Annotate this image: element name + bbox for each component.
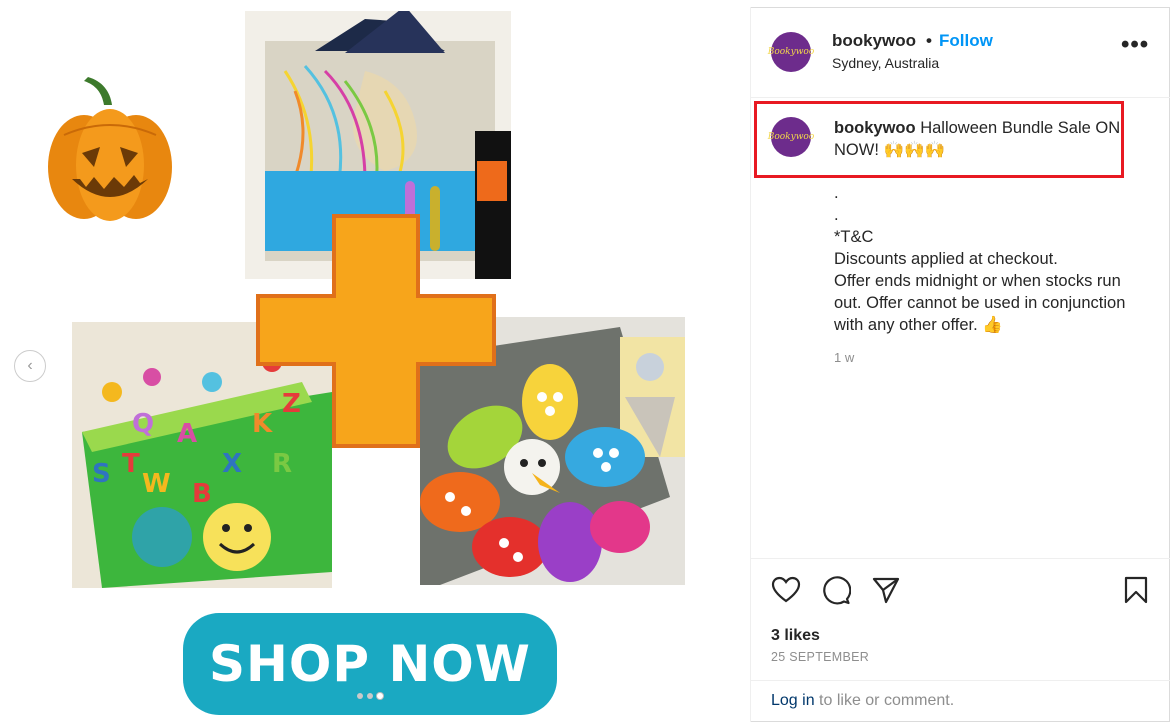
letter-b: B	[192, 479, 212, 509]
caption-line: Offer ends midnight or when stocks run o…	[834, 272, 1126, 334]
more-options-icon[interactable]: •••	[1121, 33, 1149, 57]
avatar[interactable]: Bookywoo	[768, 32, 814, 72]
letter-s: S	[92, 459, 111, 489]
login-link[interactable]: Log in	[771, 692, 815, 709]
previous-slide-button[interactable]: ‹	[14, 350, 46, 382]
comment-icon[interactable]	[821, 575, 851, 605]
plus-sign-image	[256, 214, 496, 448]
caption-text: bookywoo Halloween Bundle Sale ON NOW! 🙌…	[834, 117, 1124, 161]
likes-count[interactable]: 3 likes	[771, 627, 820, 645]
caption-line: .	[834, 206, 839, 224]
post-date: 25 SEPTEMBER	[771, 650, 870, 664]
carousel-dot-active	[377, 693, 383, 699]
avatar-logo-text: Bookywoo	[767, 132, 815, 142]
shop-now-banner: SHOP NOW	[183, 613, 557, 715]
letter-x: X	[222, 449, 242, 479]
login-prompt-text: to like or comment.	[814, 692, 955, 709]
caption-line: *T&C	[834, 228, 874, 246]
letter-w: W	[142, 469, 171, 499]
carousel-dot	[357, 693, 363, 699]
bookmark-icon[interactable]	[1121, 575, 1151, 605]
heart-icon[interactable]	[771, 575, 801, 605]
letter-t: T	[122, 449, 140, 479]
divider	[751, 558, 1170, 559]
location-link[interactable]: Sydney, Australia	[832, 55, 939, 71]
header-separator: •	[926, 31, 932, 50]
letter-q: Q	[132, 409, 154, 439]
post-media: S T W A B X K R Q Z SHOP NOW ‹	[0, 7, 750, 722]
share-icon[interactable]	[871, 575, 901, 605]
chevron-left-icon: ‹	[27, 357, 33, 374]
follow-button[interactable]: Follow	[939, 31, 993, 51]
caption-line: .	[834, 184, 839, 202]
login-prompt: Log in to like or comment.	[771, 692, 954, 710]
caption-timestamp[interactable]: 1 w	[834, 350, 854, 365]
caption-line: Discounts applied at checkout.	[834, 250, 1058, 268]
post-details-panel: Bookywoo bookywoo • Follow Sydney, Austr…	[750, 7, 1170, 722]
letter-a: A	[177, 419, 197, 449]
caption-details: . . *T&C Discounts applied at checkout. …	[834, 182, 1134, 336]
divider	[751, 97, 1170, 98]
divider	[751, 680, 1170, 681]
shop-now-text: SHOP NOW	[209, 635, 531, 693]
pumpkin-image	[48, 77, 172, 221]
avatar-logo-text: Bookywoo	[767, 47, 815, 57]
caption-username[interactable]: bookywoo	[834, 119, 916, 137]
letter-r: R	[272, 449, 292, 479]
username-link[interactable]: bookywoo	[832, 31, 916, 51]
carousel-indicator	[357, 693, 383, 699]
caption-avatar[interactable]: Bookywoo	[768, 117, 814, 157]
carousel-dot	[367, 693, 373, 699]
